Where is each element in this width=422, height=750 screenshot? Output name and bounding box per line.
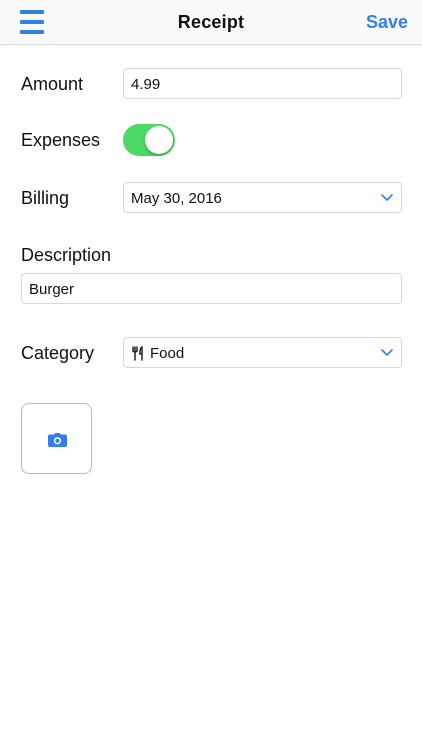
expenses-label: Expenses: [21, 130, 101, 150]
category-select[interactable]: Food: [123, 337, 402, 368]
receipt-screen: Receipt Save Amount 4.99 Expenses Billin…: [0, 0, 422, 750]
save-button[interactable]: Save: [366, 12, 408, 33]
description-field[interactable]: Burger: [21, 273, 402, 304]
page-title: Receipt: [177, 12, 245, 32]
amount-label: Amount: [21, 74, 84, 94]
fork-knife-icon: [132, 346, 143, 361]
camera-icon: [48, 433, 67, 447]
amount-field[interactable]: 4.99: [123, 68, 402, 99]
toggle-knob: [145, 126, 173, 154]
add-photo-button[interactable]: [21, 403, 92, 474]
chevron-down-icon: [381, 349, 393, 356]
description-value: Burger: [29, 281, 75, 298]
category-label: Category: [21, 343, 95, 363]
chevron-down-icon: [381, 194, 393, 201]
category-value: Food: [150, 345, 185, 362]
billing-label: Billing: [21, 188, 70, 208]
billing-date-value: May 30, 2016: [131, 190, 222, 207]
description-label: Description: [21, 245, 112, 265]
navigation-bar: Receipt Save: [0, 0, 422, 45]
billing-date-select[interactable]: May 30, 2016: [123, 182, 402, 213]
amount-value: 4.99: [131, 76, 161, 93]
expenses-toggle[interactable]: [123, 124, 175, 156]
